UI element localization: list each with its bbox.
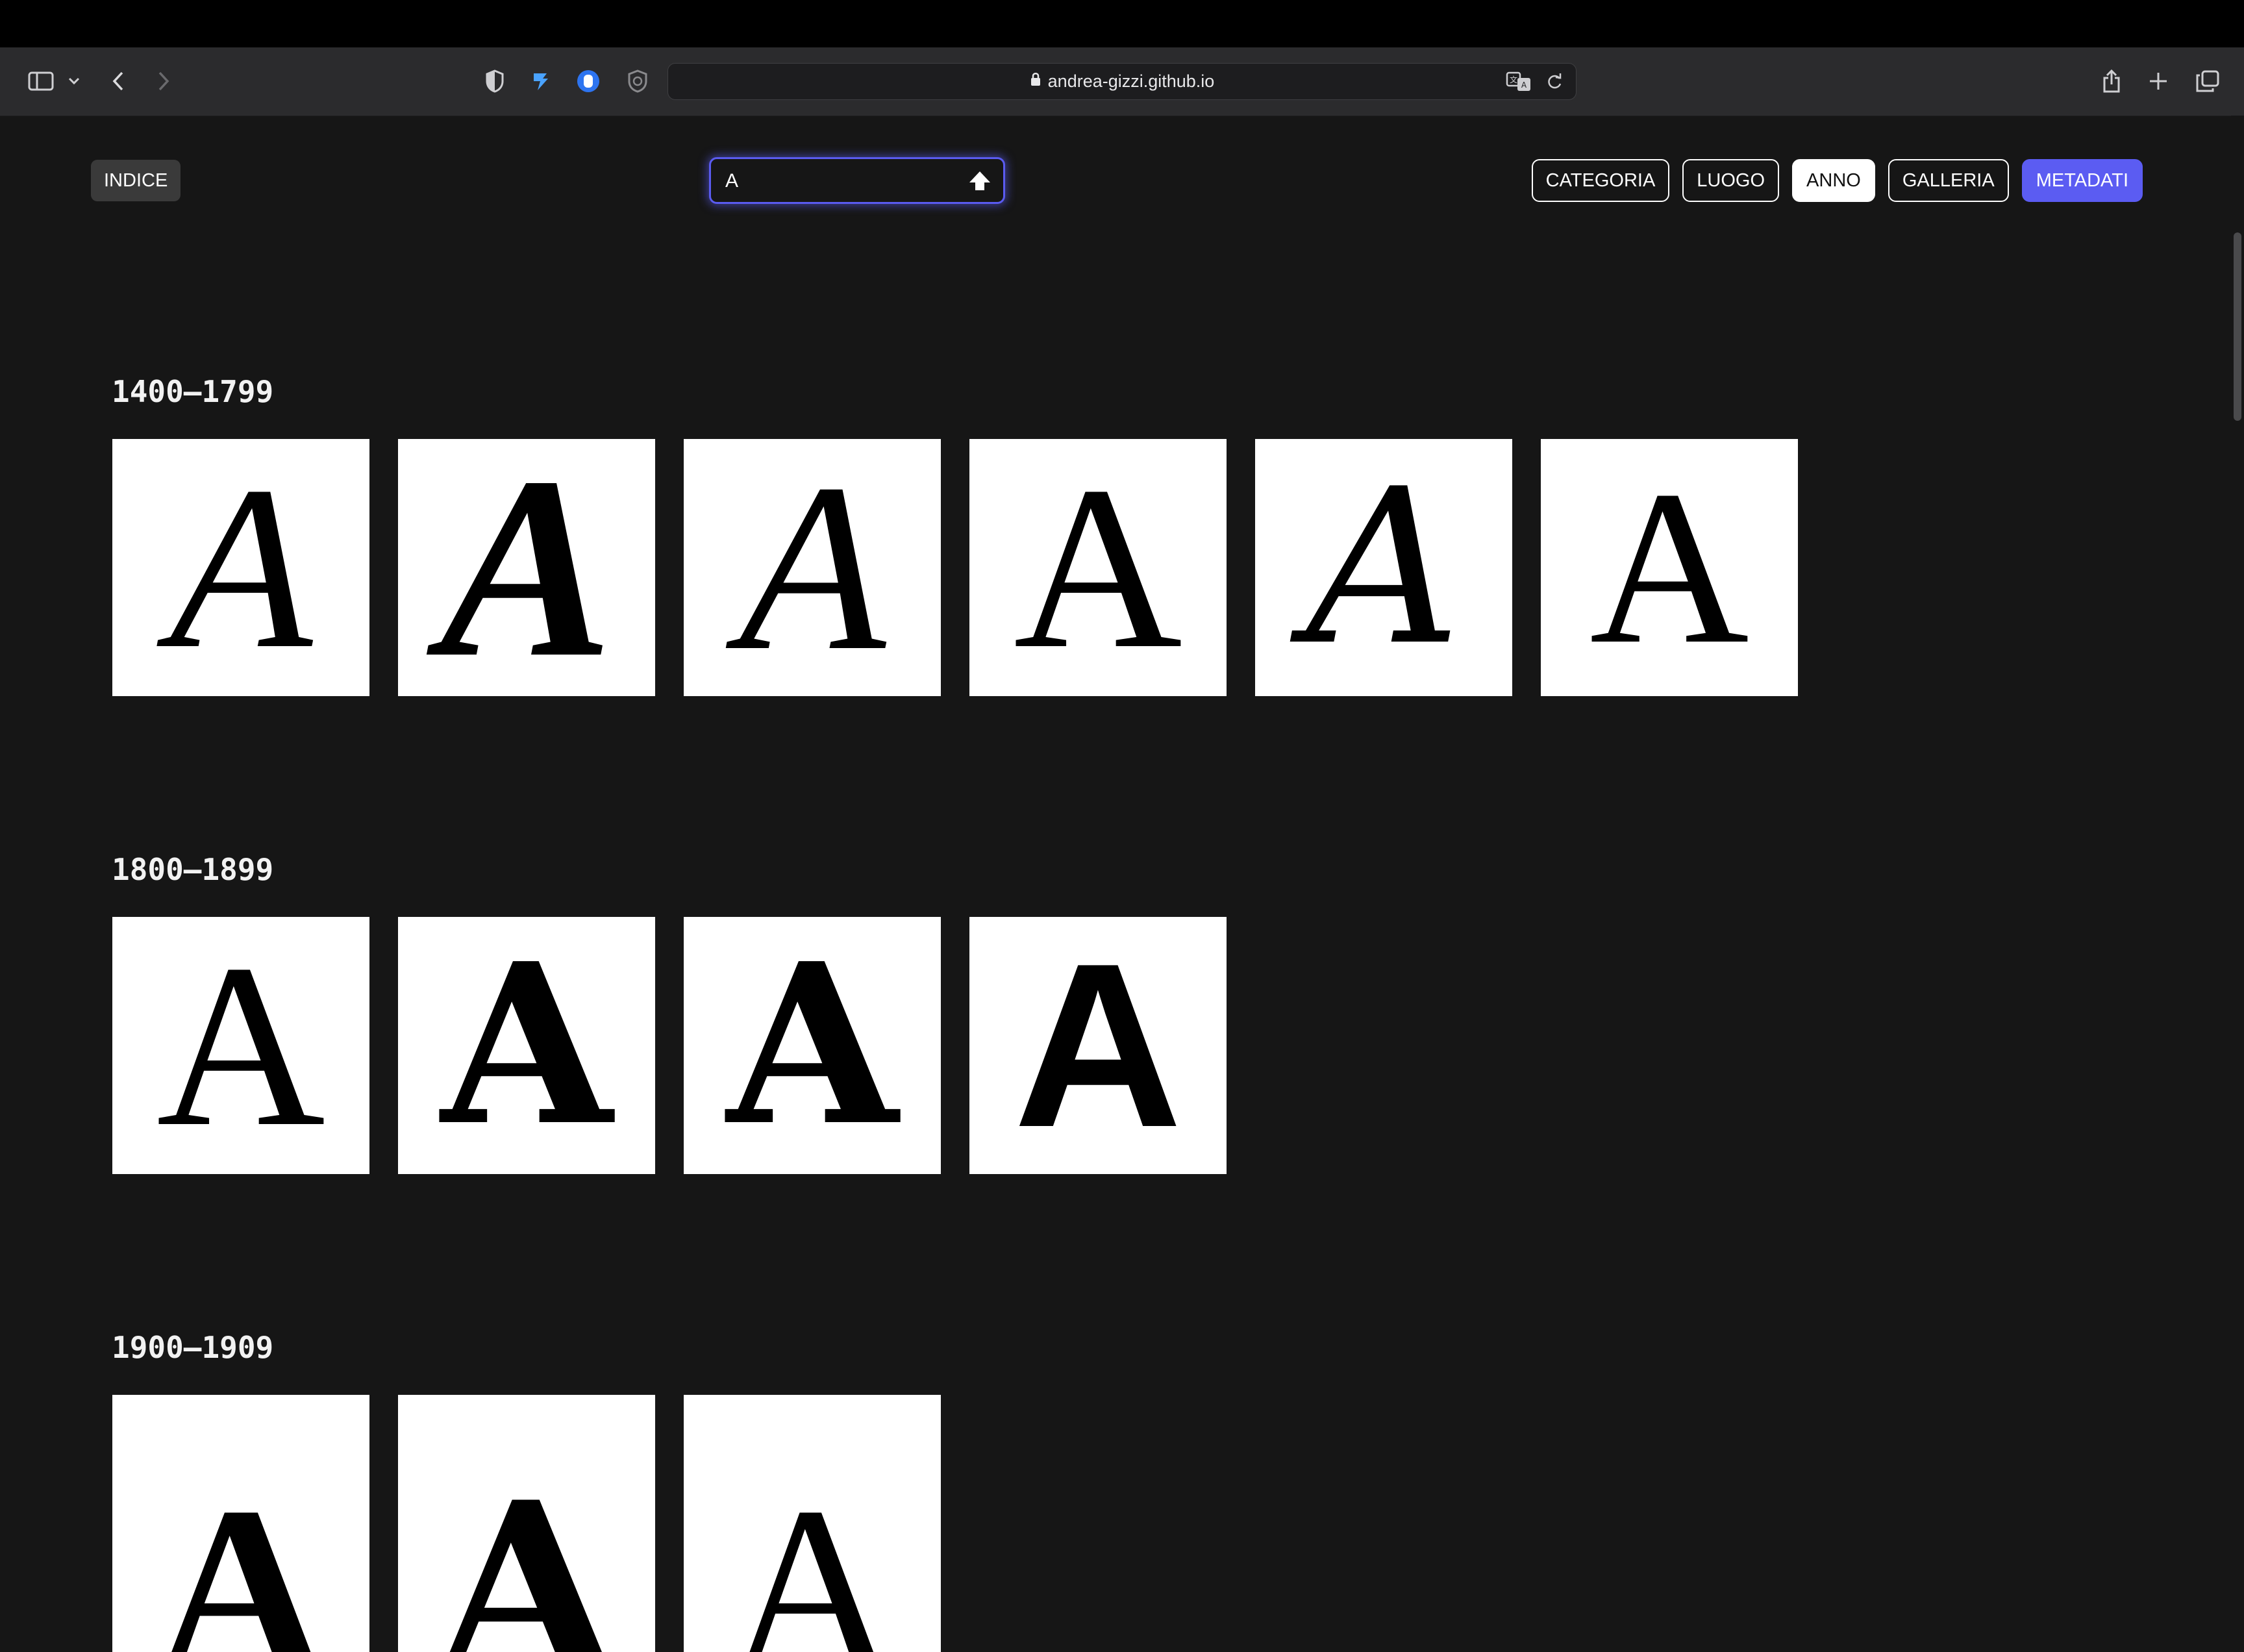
- glyph-tile[interactable]: A: [112, 917, 369, 1174]
- address-bar[interactable]: andrea-gizzi.github.io 文A: [667, 63, 1577, 100]
- search-input[interactable]: [724, 164, 947, 198]
- section-title: 1400–1799: [112, 374, 274, 409]
- shield-icon[interactable]: [480, 65, 509, 97]
- section-title: 1800–1899: [112, 852, 274, 887]
- glyph-tile[interactable]: A: [398, 1395, 655, 1652]
- lock-icon: [1030, 71, 1041, 92]
- sidebar-icon[interactable]: [25, 65, 57, 97]
- glyph-tile[interactable]: A: [684, 439, 941, 696]
- filter-bar: CATEGORIA LUOGO ANNO GALLERIA METADATI: [1531, 159, 2143, 202]
- back-icon[interactable]: [105, 65, 131, 97]
- glyph-tile[interactable]: A: [112, 439, 369, 696]
- filter-galleria[interactable]: GALLERIA: [1888, 159, 2009, 202]
- glyph-tile[interactable]: A: [969, 439, 1227, 696]
- glyph-tile[interactable]: A: [398, 439, 655, 696]
- glyph-grid: A A A A A A: [112, 439, 1798, 696]
- url-text: andrea-gizzi.github.io: [1047, 71, 1215, 91]
- tabs-icon[interactable]: [2193, 65, 2222, 97]
- glyph-tile[interactable]: A: [969, 917, 1227, 1174]
- glyph-tile[interactable]: A: [398, 917, 655, 1174]
- glyph-tile[interactable]: A: [684, 917, 941, 1174]
- index-button[interactable]: INDICE: [91, 160, 181, 201]
- glyph-tile[interactable]: A: [684, 1395, 941, 1652]
- glyph-tile[interactable]: A: [112, 1395, 369, 1652]
- scrollbar[interactable]: [2231, 116, 2244, 1451]
- svg-text:A: A: [1521, 81, 1527, 90]
- glyph-grid: A A A A: [112, 917, 1227, 1174]
- extension-icon[interactable]: [526, 65, 555, 97]
- glyph-grid: A A A: [112, 1395, 941, 1652]
- scrollbar-thumb[interactable]: [2234, 232, 2241, 421]
- glyph-tile[interactable]: A: [1541, 439, 1798, 696]
- search-box[interactable]: [709, 157, 1005, 204]
- privacy-icon[interactable]: [574, 65, 603, 97]
- filter-luogo[interactable]: LUOGO: [1682, 159, 1780, 202]
- new-tab-icon[interactable]: [2144, 65, 2173, 97]
- block-icon[interactable]: [623, 65, 652, 97]
- filter-metadati[interactable]: METADATI: [2021, 159, 2143, 202]
- forward-icon[interactable]: [151, 65, 177, 97]
- reload-icon[interactable]: [1546, 72, 1563, 94]
- share-icon[interactable]: [2097, 65, 2126, 97]
- page-content: INDICE CATEGORIA LUOGO ANNO GALLERIA MET…: [0, 116, 2231, 1652]
- svg-text:文: 文: [1510, 75, 1517, 84]
- section-title: 1900–1909: [112, 1330, 274, 1365]
- glyph-tile[interactable]: A: [1255, 439, 1512, 696]
- menu-bar: [0, 0, 2244, 47]
- translate-icon[interactable]: 文A: [1506, 70, 1532, 95]
- filter-categoria[interactable]: CATEGORIA: [1531, 159, 1670, 202]
- chevron-down-icon[interactable]: [65, 65, 83, 97]
- filter-anno[interactable]: ANNO: [1792, 159, 1875, 202]
- submit-arrow-icon[interactable]: [966, 167, 994, 195]
